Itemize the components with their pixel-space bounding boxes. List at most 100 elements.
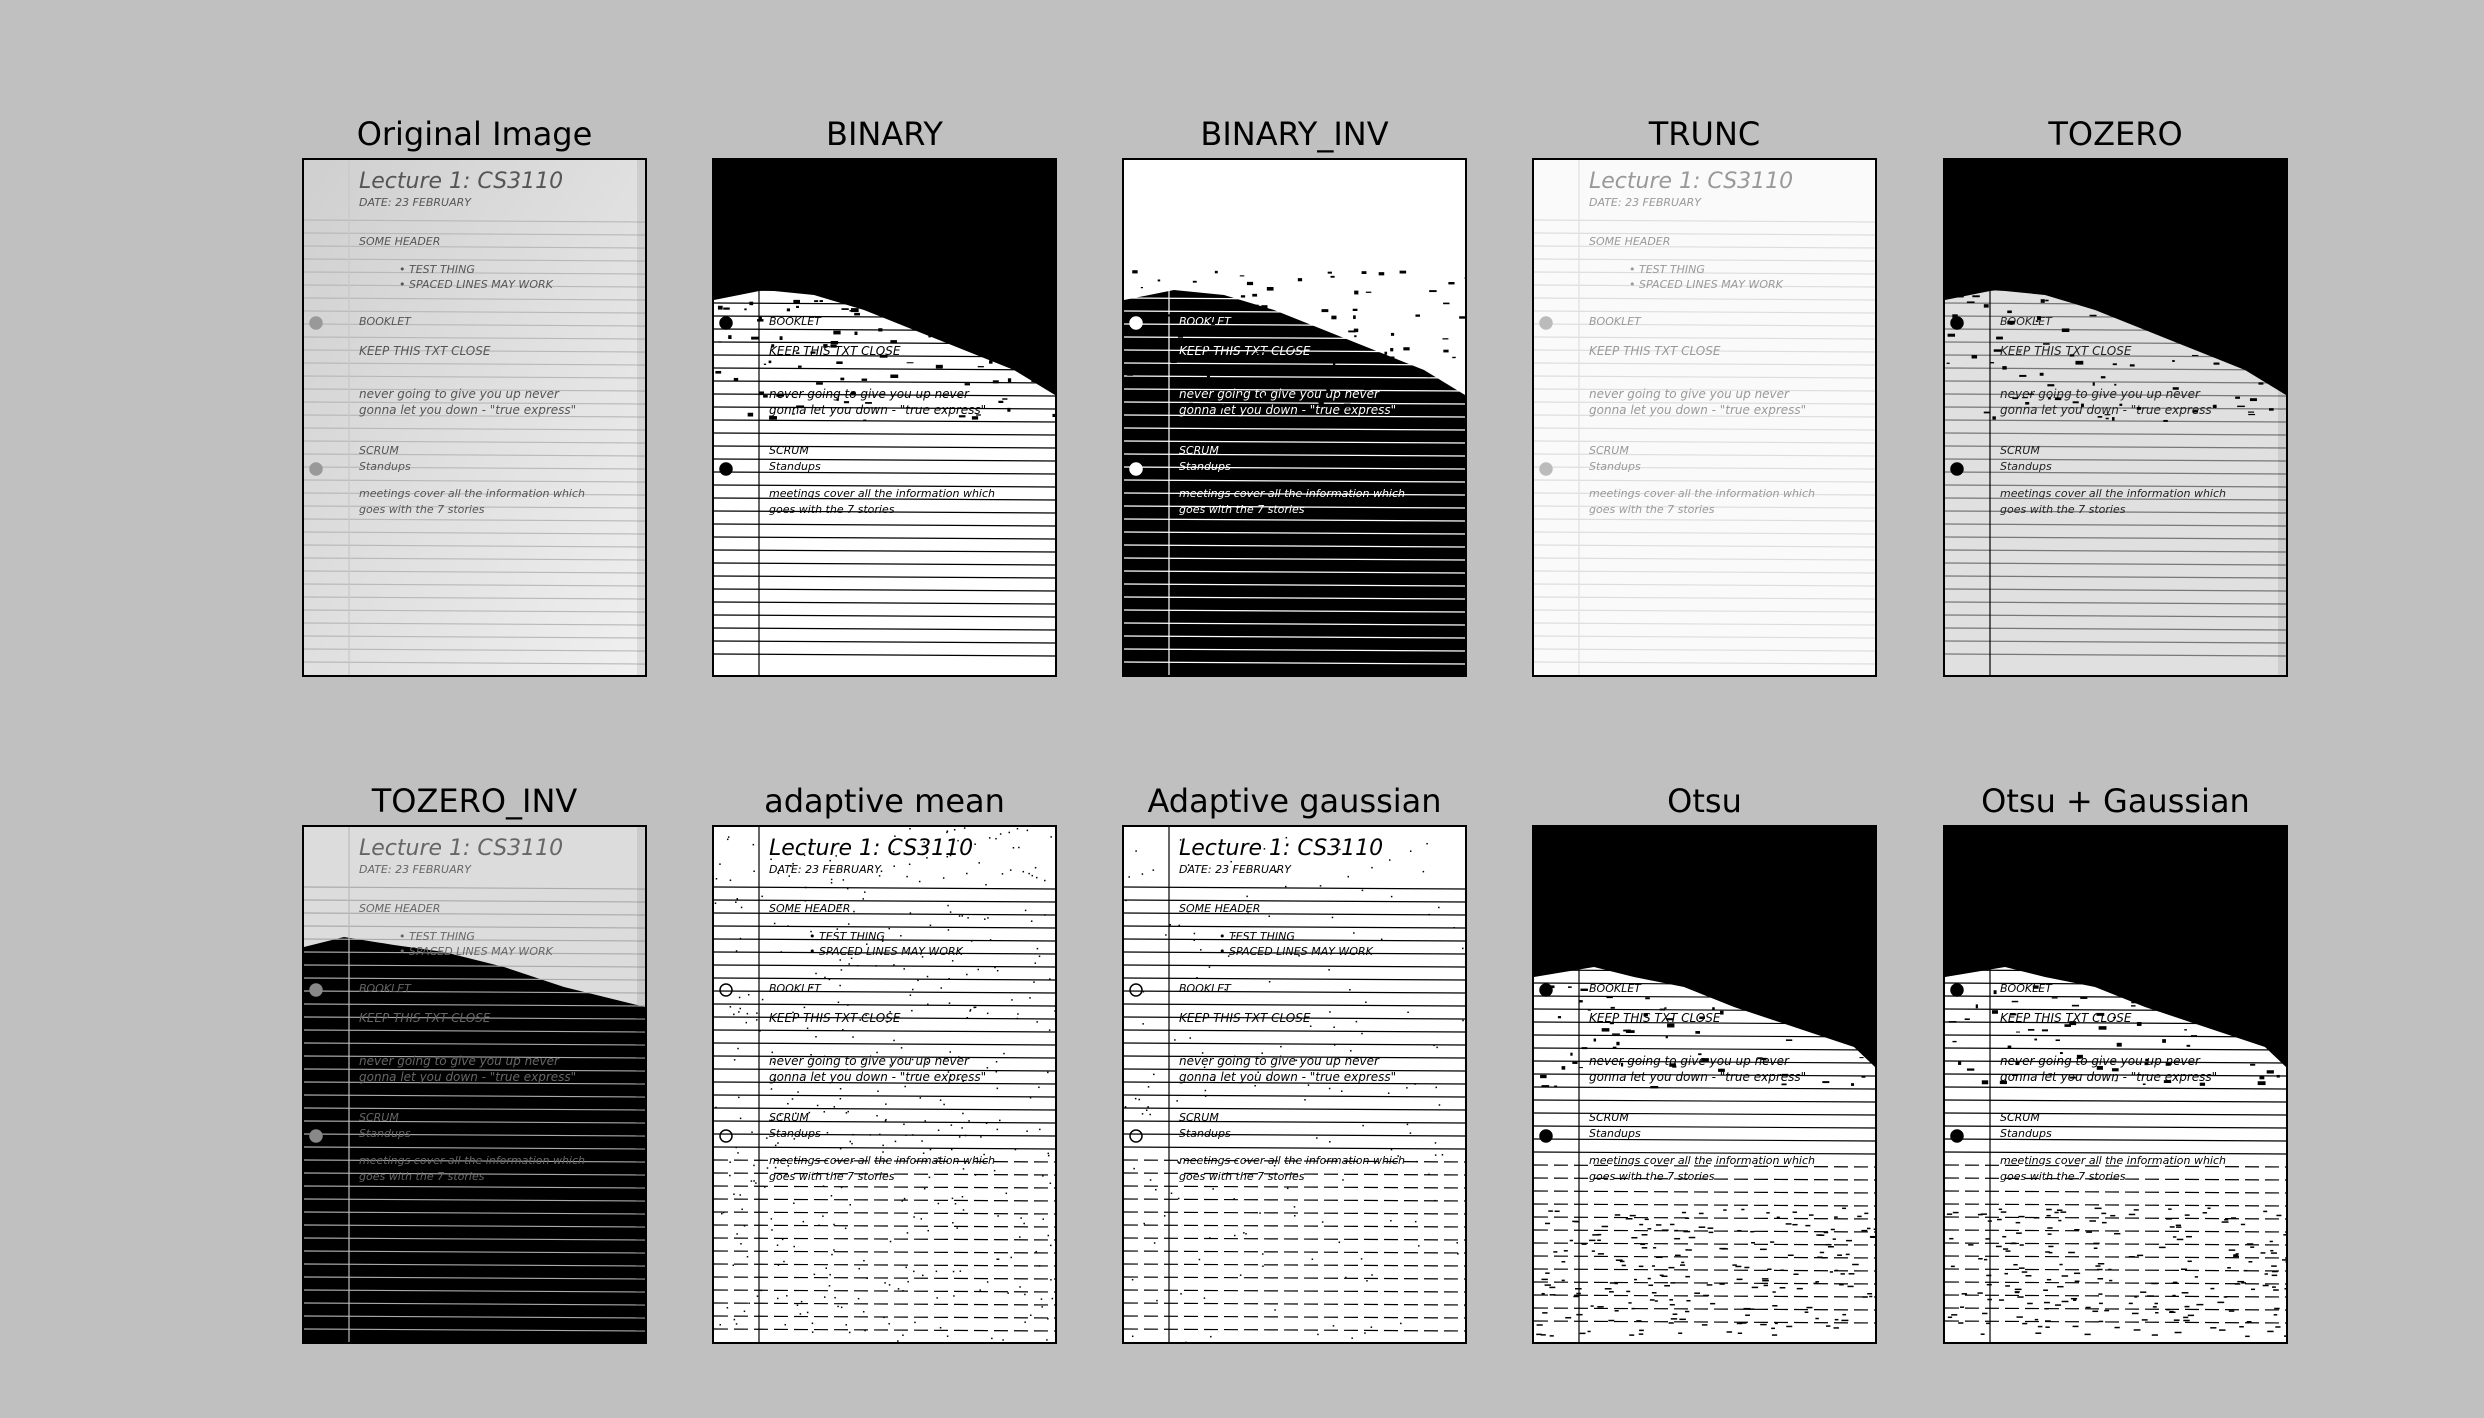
noise-speck (2278, 1026, 2283, 1030)
binder-hole (719, 316, 733, 330)
noise-speck (1435, 1086, 1437, 1089)
noise-speck (1789, 1000, 1793, 1004)
noise-speck (2207, 1207, 2211, 1209)
noise-speck (2114, 383, 2117, 386)
noise-speck (2166, 1308, 2170, 1311)
noise-speck (727, 836, 730, 838)
noise-speck (733, 1013, 735, 1016)
noise-speck (2086, 1231, 2093, 1233)
noise-speck (1212, 1079, 1215, 1081)
noise-speck (1428, 1173, 1430, 1176)
noise-speck (2193, 316, 2200, 320)
noise-speck (1612, 1046, 1617, 1048)
noise-speck (1694, 1292, 1700, 1294)
noise-speck (2246, 1243, 2254, 1245)
noise-speck (862, 1310, 865, 1313)
noise-speck (2010, 1013, 2017, 1016)
noise-speck (2073, 1299, 2077, 1301)
noise-speck (985, 883, 987, 886)
noise-speck (2231, 359, 2240, 362)
noise-speck (1179, 839, 1182, 841)
noise-speck (1163, 1215, 1166, 1217)
noise-speck (1438, 906, 1440, 909)
noise-speck (1174, 1039, 1176, 1041)
noise-speck (1541, 1085, 1550, 1088)
noise-speck (848, 1331, 851, 1334)
notebook-page-image: Lecture 1: CS3110DATE: 23 FEBRUARYSOME H… (304, 827, 645, 1342)
noise-speck (2202, 1212, 2208, 1214)
noise-speck (911, 1058, 914, 1061)
noise-speck (833, 1249, 835, 1251)
handwriting-line: DATE: 23 FEBRUARY (1179, 196, 1292, 209)
noise-speck (1604, 1288, 1612, 1290)
noise-speck (2095, 1265, 2101, 1267)
noise-speck (893, 964, 895, 966)
noise-speck (1289, 347, 1295, 349)
noise-speck (2074, 1280, 2080, 1283)
noise-speck (947, 904, 949, 907)
noise-speck (880, 870, 883, 873)
noise-speck (1661, 1229, 1669, 1231)
noise-speck (2131, 1005, 2136, 1007)
noise-speck (889, 1240, 892, 1243)
noise-speck (1044, 914, 1046, 916)
noise-speck (992, 380, 999, 384)
noise-speck (1459, 316, 1465, 319)
noise-speck (1867, 1227, 1871, 1230)
noise-speck (1947, 333, 1956, 337)
handwriting-line: DATE: 23 FEBRUARY (359, 196, 472, 209)
noise-speck (1293, 1206, 1296, 1208)
noise-speck (1016, 827, 1019, 830)
noise-speck (1330, 275, 1335, 278)
noise-speck (2273, 1314, 2278, 1316)
noise-speck (1761, 1278, 1769, 1280)
noise-speck (1380, 938, 1383, 941)
noise-speck (985, 1122, 988, 1125)
noise-speck (1166, 314, 1171, 317)
noise-speck (797, 1091, 799, 1093)
noise-speck (761, 895, 763, 898)
noise-speck (783, 1260, 785, 1263)
noise-speck (2172, 360, 2175, 362)
noise-speck (1252, 304, 1259, 308)
noise-speck (974, 843, 976, 845)
noise-speck (978, 862, 980, 864)
noise-speck (958, 415, 966, 418)
noise-speck (2043, 1301, 2050, 1304)
binder-hole (1539, 462, 1553, 476)
noise-speck (1051, 352, 1055, 357)
noise-speck (1433, 1044, 1435, 1047)
handwriting-line: never going to give you up never (769, 387, 970, 401)
noise-speck (1441, 1154, 1444, 1156)
noise-speck (1869, 1295, 1873, 1298)
noise-speck (2270, 1249, 2274, 1252)
noise-speck (906, 362, 914, 364)
noise-speck (717, 305, 723, 310)
noise-speck (753, 1164, 755, 1167)
noise-speck (1735, 1265, 1742, 1268)
noise-speck (1641, 1234, 1648, 1236)
handwriting-line: • SPACED LINES MAY WORK (399, 278, 554, 291)
noise-speck (1793, 1273, 1799, 1276)
noise-speck (1587, 954, 1592, 958)
noise-speck (1351, 1337, 1353, 1339)
noise-speck (1581, 1243, 1587, 1245)
noise-speck (753, 870, 755, 873)
noise-speck (1266, 1077, 1269, 1080)
noise-speck (2240, 301, 2243, 305)
noise-speck (815, 972, 817, 975)
noise-speck (1353, 315, 1356, 320)
noise-speck (1047, 1152, 1050, 1155)
noise-speck (1333, 1026, 1335, 1028)
panel-title: Otsu (1667, 782, 1742, 820)
noise-speck (1834, 1318, 1839, 1321)
handwriting-line: goes with the 7 stories (2000, 1170, 2126, 1183)
noise-speck (2058, 1219, 2062, 1222)
noise-speck (849, 1204, 851, 1206)
noise-speck (1678, 1332, 1683, 1334)
noise-speck (2144, 1061, 2148, 1066)
notebook-page-image: Lecture 1: CS3110DATE: 23 FEBRUARYSOME H… (1124, 827, 1465, 1342)
noise-speck (863, 1259, 865, 1262)
noise-speck (979, 1289, 981, 1291)
noise-speck (2272, 1270, 2278, 1273)
